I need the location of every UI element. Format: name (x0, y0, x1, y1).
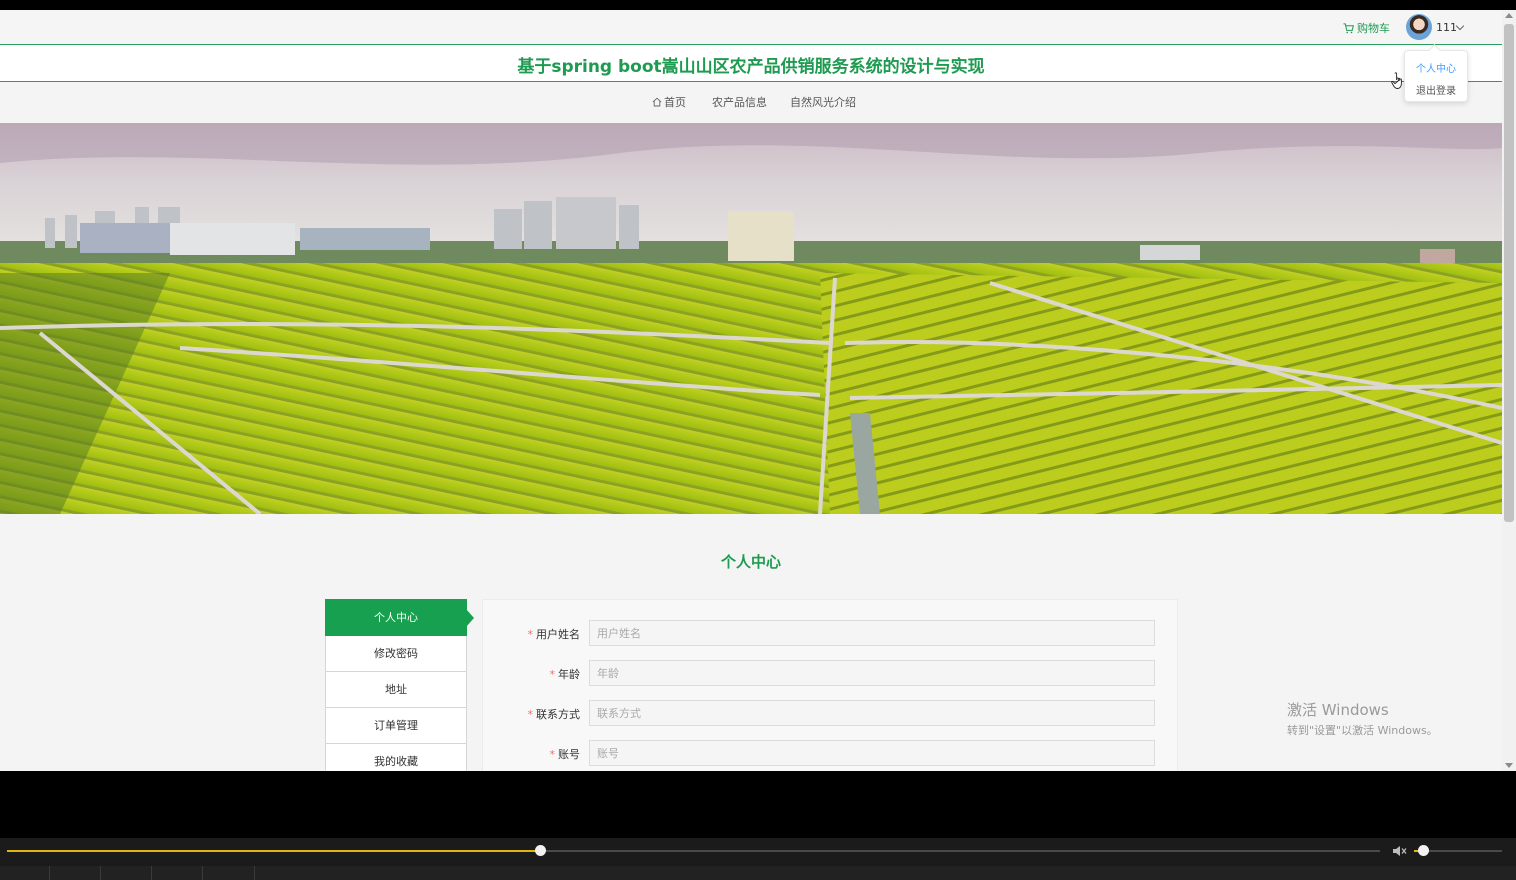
nav-item-scenery[interactable]: 自然风光介绍 (790, 94, 856, 110)
top-bar: 购物车 111 (0, 10, 1502, 44)
required-mark: * (549, 668, 556, 681)
thumbnail-cell[interactable] (203, 866, 255, 880)
label-text: 年龄 (558, 668, 580, 681)
seek-bar[interactable] (7, 845, 1380, 856)
dropdown-item-profile[interactable]: 个人中心 (1405, 60, 1467, 75)
label-text: 账号 (558, 748, 580, 761)
windows-activation-watermark: 激活 Windows 转到"设置"以激活 Windows。 (1287, 699, 1438, 738)
cart-link[interactable]: 购物车 (1343, 20, 1390, 36)
age-input[interactable] (589, 660, 1155, 686)
nav-label-products: 农产品信息 (712, 96, 767, 109)
form-row-contact: * 联系方式 (483, 700, 1177, 726)
watermark-line-2: 转到"设置"以激活 Windows。 (1287, 724, 1438, 737)
cart-label: 购物车 (1357, 22, 1390, 35)
user-dropdown-menu: 个人中心 退出登录 (1404, 44, 1468, 102)
side-item-change-password[interactable]: 修改密码 (325, 636, 467, 672)
seek-handle[interactable] (534, 845, 546, 856)
label-text: 用户姓名 (536, 628, 580, 641)
site-title: 基于spring boot嵩山山区农产品供销服务系统的设计与实现 (517, 57, 985, 77)
cart-icon (1343, 22, 1354, 33)
nav-label-scenery: 自然风光介绍 (790, 96, 856, 109)
browser-viewport: 购物车 111 基于spring boot嵩山山区农产品供销服务系统的设计与实现… (0, 10, 1502, 771)
contact-input[interactable] (589, 700, 1155, 726)
seek-bar-fill (7, 850, 540, 852)
volume-icon[interactable] (1392, 844, 1408, 858)
scroll-up-icon[interactable] (1505, 13, 1513, 18)
side-item-address[interactable]: 地址 (325, 672, 467, 708)
user-name[interactable]: 111 (1436, 21, 1457, 34)
profile-side-menu: 个人中心 修改密码 地址 订单管理 我的收藏 (325, 599, 474, 771)
chevron-down-icon[interactable] (1455, 21, 1465, 31)
volume-slider[interactable] (1414, 845, 1502, 856)
account-input[interactable] (589, 740, 1155, 766)
hand-cursor-icon (1391, 72, 1402, 89)
form-label-age: * 年龄 (550, 666, 581, 682)
form-row-name: * 用户姓名 (483, 620, 1177, 646)
required-mark: * (549, 748, 556, 761)
side-item-profile[interactable]: 个人中心 (325, 599, 474, 636)
scrollbar-thumb[interactable] (1504, 24, 1514, 522)
required-mark: * (527, 628, 534, 641)
side-item-orders[interactable]: 订单管理 (325, 708, 467, 744)
nav-item-home[interactable]: 首页 (652, 94, 686, 110)
section-title: 个人中心 (720, 553, 781, 571)
banner-image (0, 123, 1502, 514)
form-label-name: * 用户姓名 (528, 626, 581, 642)
form-label-account: * 账号 (550, 746, 581, 762)
thumbnail-cell[interactable] (101, 866, 152, 880)
video-player-controls (0, 838, 1516, 880)
form-row-account: * 账号 (483, 740, 1177, 766)
side-item-favorites[interactable]: 我的收藏 (325, 744, 467, 771)
thumbnail-cell[interactable] (152, 866, 203, 880)
home-icon (652, 97, 662, 107)
nav-item-products[interactable]: 农产品信息 (712, 94, 767, 110)
user-avatar[interactable] (1406, 14, 1432, 40)
volume-handle[interactable] (1417, 845, 1429, 856)
thumbnail-strip (0, 866, 1516, 880)
thumbnail-cell[interactable] (50, 866, 101, 880)
watermark-line-1: 激活 Windows (1287, 701, 1389, 719)
form-row-age: * 年龄 (483, 660, 1177, 686)
title-band: 基于spring boot嵩山山区农产品供销服务系统的设计与实现 (0, 44, 1502, 82)
thumbnail-cell[interactable] (0, 866, 50, 880)
form-label-contact: * 联系方式 (528, 706, 581, 722)
dropdown-item-logout[interactable]: 退出登录 (1405, 82, 1467, 97)
required-mark: * (527, 708, 534, 721)
username-input[interactable] (589, 620, 1155, 646)
profile-form: *用户姓名 *年龄 *联系方式 *账号 (482, 599, 1178, 771)
scroll-down-icon[interactable] (1505, 763, 1513, 768)
label-text: 联系方式 (536, 708, 580, 721)
page-scrollbar[interactable] (1502, 10, 1516, 771)
nav-label-home: 首页 (664, 96, 686, 109)
main-nav: 首页 农产品信息 自然风光介绍 (0, 82, 1502, 122)
